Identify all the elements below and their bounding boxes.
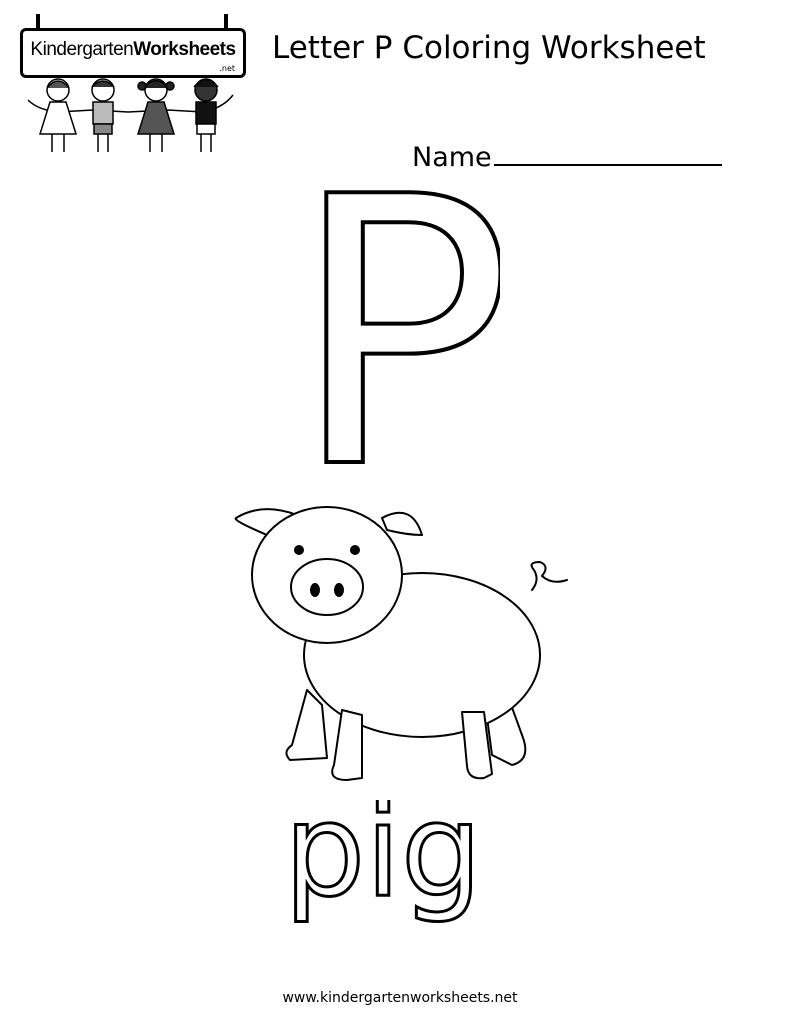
word-pig-outline[interactable]: pig xyxy=(280,800,520,940)
site-logo: KindergartenWorksheets .net xyxy=(18,14,250,164)
name-field[interactable]: Name xyxy=(412,138,722,173)
logo-brand-text: KindergartenWorksheets xyxy=(30,39,236,60)
name-blank-line[interactable] xyxy=(493,138,722,166)
name-label: Name xyxy=(412,142,492,173)
kids-holding-hands-illustration xyxy=(27,78,234,152)
worksheet-title: Letter P Coloring Worksheet xyxy=(272,30,706,66)
word-pig-glyphs: pig xyxy=(284,800,482,926)
pig-nostril-left xyxy=(310,583,320,597)
pig-illustration[interactable] xyxy=(222,490,572,790)
pig-ear-right xyxy=(381,511,423,536)
pig-snout xyxy=(290,558,364,616)
pig-nostril-right xyxy=(334,583,344,597)
pig-leg-front-left xyxy=(331,709,363,781)
pig-tail xyxy=(530,561,568,591)
pig-eye-right xyxy=(350,545,360,555)
letter-p-outline[interactable]: P xyxy=(290,180,500,470)
letter-p-glyph: P xyxy=(290,180,500,470)
pig-leg-back-left xyxy=(285,689,328,761)
footer-url[interactable]: www.kindergartenworksheets.net xyxy=(0,990,800,1006)
pig-eye-left xyxy=(294,545,304,555)
